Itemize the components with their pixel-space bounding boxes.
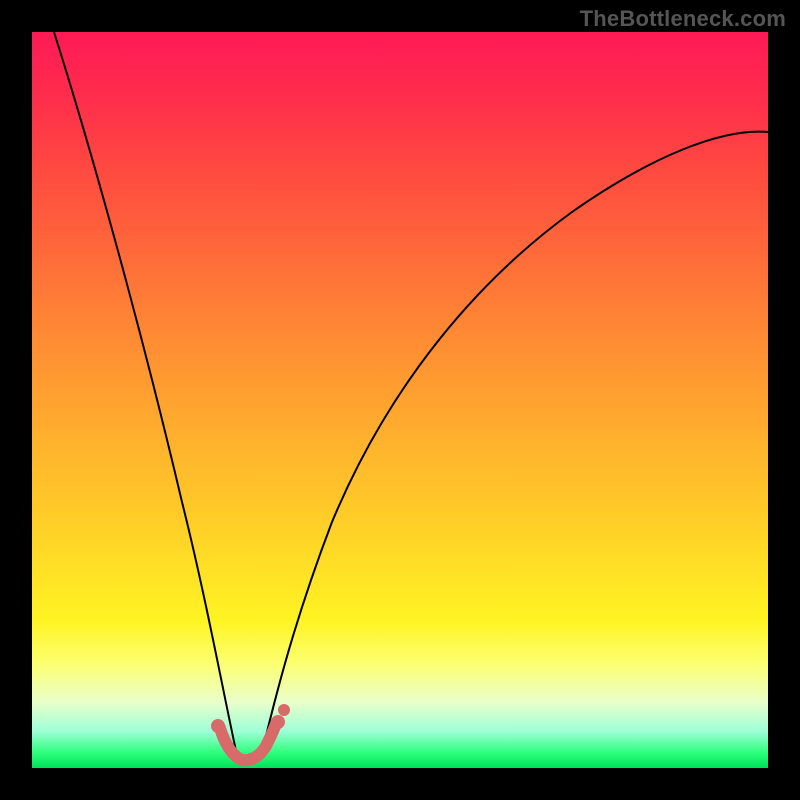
left-curve bbox=[54, 32, 238, 760]
valley-marker-dot-left bbox=[211, 719, 225, 733]
valley-marker bbox=[220, 724, 276, 760]
watermark-text: TheBottleneck.com bbox=[580, 6, 786, 32]
curves-svg bbox=[32, 32, 768, 768]
chart-frame: TheBottleneck.com bbox=[0, 0, 800, 800]
valley-marker-dot-right bbox=[271, 715, 285, 729]
valley-marker-dot-upper-right bbox=[278, 704, 290, 716]
plot-area bbox=[32, 32, 768, 768]
right-curve bbox=[260, 132, 768, 760]
